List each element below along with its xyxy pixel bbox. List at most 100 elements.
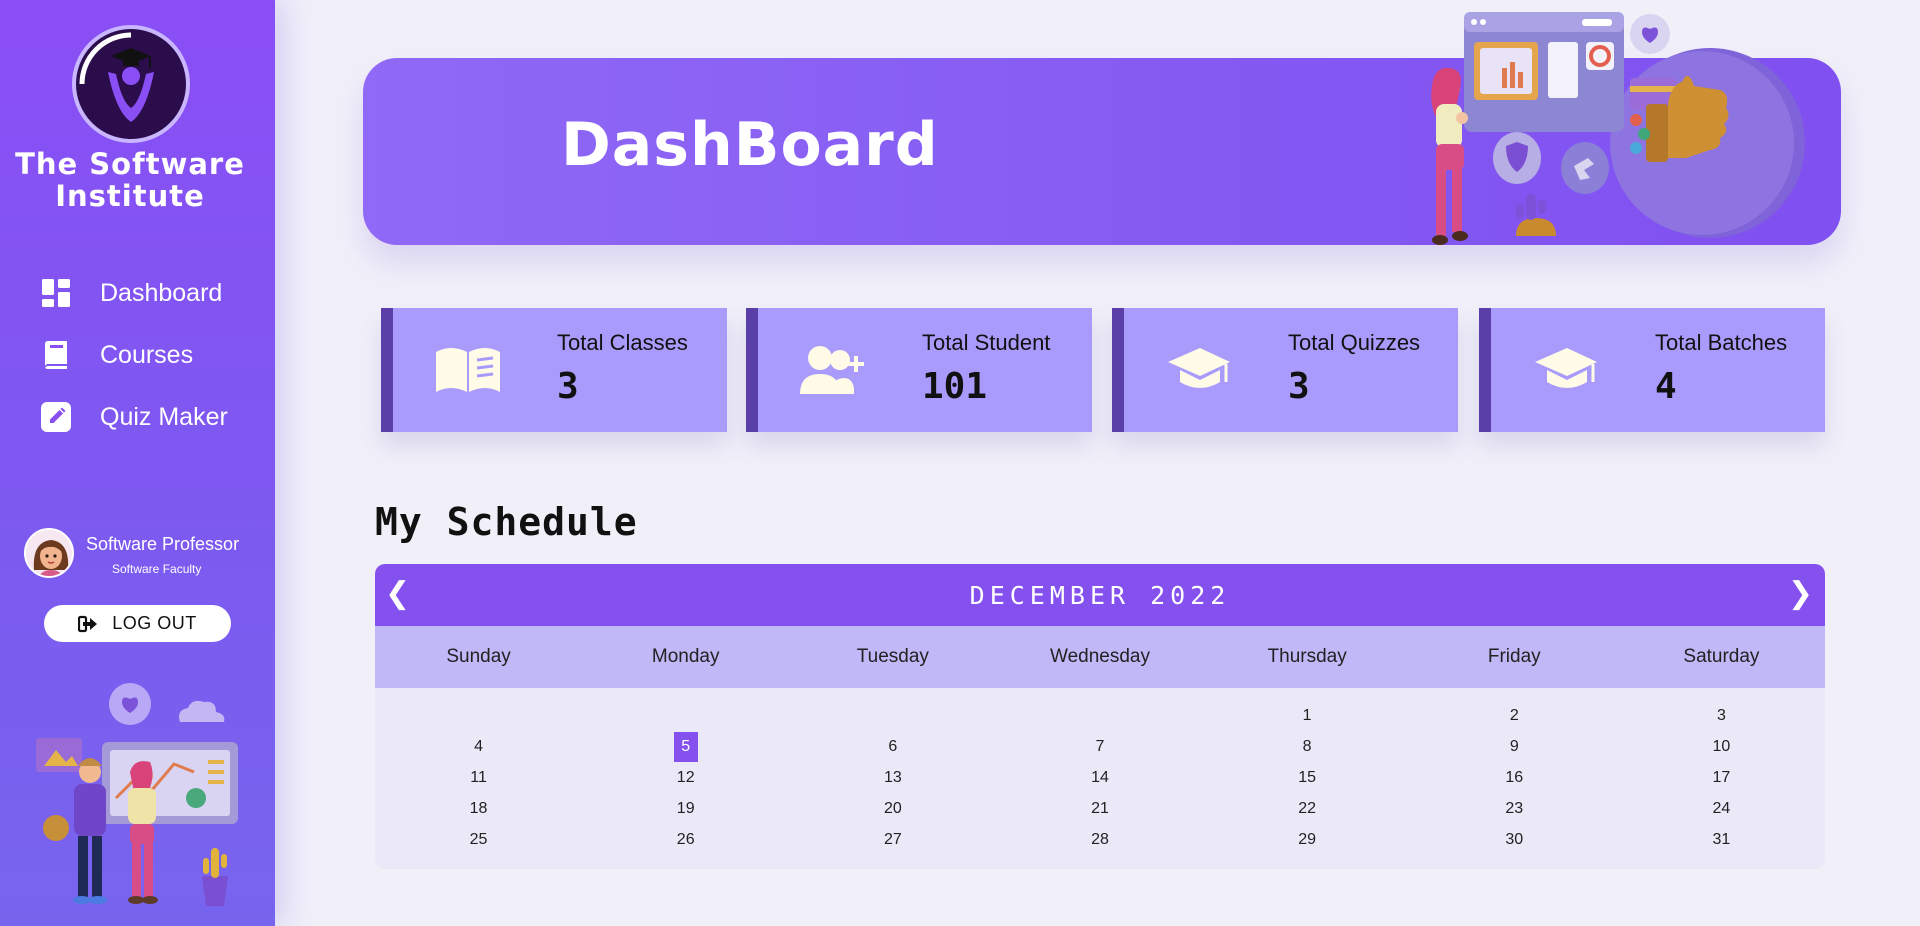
calendar-day[interactable]: 18 <box>375 793 582 824</box>
sidebar-nav: Dashboard Courses Quiz Maker <box>0 262 275 448</box>
chevron-right-icon[interactable]: ❯ <box>1788 578 1813 610</box>
calendar-day-number: 31 <box>1712 830 1731 848</box>
calendar-day-number: 17 <box>1712 768 1731 786</box>
calendar-day[interactable]: 1 <box>1204 700 1411 731</box>
calendar-day[interactable]: 28 <box>996 824 1203 855</box>
calendar-day[interactable]: 25 <box>375 824 582 855</box>
graduation-cap-icon <box>1164 342 1234 398</box>
calendar-day[interactable]: 29 <box>1204 824 1411 855</box>
calendar-day[interactable]: 10 <box>1618 731 1825 762</box>
weekday-label: Saturday <box>1683 646 1760 667</box>
calendar-day[interactable]: 2 <box>1411 700 1618 731</box>
stat-label: Total Quizzes <box>1288 330 1421 355</box>
calendar-day-number: 20 <box>883 799 902 817</box>
calendar-day-number: 14 <box>1091 768 1109 786</box>
stat-card-total-classes[interactable]: Total Classes 3 <box>381 308 727 432</box>
brand-line-2: Institute <box>55 179 205 213</box>
sidebar-item-label: Dashboard <box>100 278 223 307</box>
calendar-day[interactable]: 16 <box>1411 762 1618 793</box>
calendar-day[interactable]: 8 <box>1204 731 1411 762</box>
calendar-day[interactable]: 20 <box>789 793 996 824</box>
calendar-day[interactable]: 19 <box>582 793 789 824</box>
calendar-day[interactable]: 4 <box>375 731 582 762</box>
calendar-day-number: 24 <box>1712 799 1731 817</box>
stat-value: 101 <box>922 366 988 407</box>
calendar-day-number: 26 <box>676 830 695 848</box>
sidebar-item-dashboard[interactable]: Dashboard <box>0 262 275 324</box>
calendar-day-empty <box>375 700 582 731</box>
calendar-day[interactable]: 17 <box>1618 762 1825 793</box>
calendar-day-number: 2 <box>1509 706 1519 724</box>
calendar-day[interactable]: 3 <box>1618 700 1825 731</box>
sidebar-item-label: Quiz Maker <box>100 402 228 431</box>
sidebar-item-quiz-maker[interactable]: Quiz Maker <box>0 386 275 448</box>
calendar-day[interactable]: 23 <box>1411 793 1618 824</box>
calendar-day[interactable]: 12 <box>582 762 789 793</box>
banner-illustration <box>1410 8 1820 258</box>
calendar-day[interactable]: 15 <box>1204 762 1411 793</box>
calendar-day-number: 4 <box>474 737 484 755</box>
weekday-label: Monday <box>651 646 720 667</box>
calendar-day-number: 19 <box>676 799 695 817</box>
weekday-label: Friday <box>1487 646 1541 667</box>
user-profile[interactable]: Software Professor Software Faculty <box>24 526 264 578</box>
logout-label: LOG OUT <box>112 613 197 633</box>
calendar-month-label: DECEMBER 2022 <box>969 580 1231 610</box>
calendar-day[interactable]: 30 <box>1411 824 1618 855</box>
open-book-icon <box>433 342 503 398</box>
schedule-title: My Schedule <box>375 500 638 544</box>
calendar-day[interactable]: 27 <box>789 824 996 855</box>
stat-card-total-batches[interactable]: Total Batches 4 <box>1479 308 1825 432</box>
calendar-day-number: 27 <box>883 830 902 848</box>
calendar-day-number: 3 <box>1716 706 1726 724</box>
calendar-day-number <box>467 701 491 731</box>
stat-card-total-student[interactable]: Total Student 101 <box>746 308 1092 432</box>
calendar-day-number <box>1088 701 1112 731</box>
stat-card-total-quizzes[interactable]: Total Quizzes 3 <box>1112 308 1458 432</box>
weekday-label: Tuesday <box>856 646 929 667</box>
calendar-day[interactable]: 24 <box>1618 793 1825 824</box>
calendar-day[interactable]: 9 <box>1411 731 1618 762</box>
institute-logo[interactable] <box>68 22 194 144</box>
teachers-illustration <box>30 680 250 910</box>
calendar-day-number: 11 <box>470 768 487 786</box>
calendar-day[interactable]: 6 <box>789 731 996 762</box>
calendar-day[interactable]: 14 <box>996 762 1203 793</box>
calendar-day-number: 21 <box>1091 799 1109 817</box>
calendar-day-number: 25 <box>469 830 488 848</box>
calendar-day-number: 1 <box>1302 706 1312 724</box>
calendar: ❮ DECEMBER 2022 ❯ Sunday Monday Tuesday … <box>375 564 1825 869</box>
calendar-day[interactable]: 22 <box>1204 793 1411 824</box>
calendar-day-number <box>674 701 698 731</box>
calendar-day-number: 16 <box>1505 768 1524 786</box>
sidebar-item-courses[interactable]: Courses <box>0 324 275 386</box>
calendar-days-grid: 1 2 3 4 5 6 7 8 9 10 11 12 13 14 15 16 17 18 19 20 21 22 23 24 2… <box>375 688 1825 855</box>
calendar-day-number: 30 <box>1505 830 1524 848</box>
chevron-left-icon[interactable]: ❮ <box>385 578 410 610</box>
calendar-day[interactable]: 13 <box>789 762 996 793</box>
calendar-day-number: 22 <box>1298 799 1317 817</box>
calendar-day-today[interactable]: 5 <box>582 731 789 762</box>
calendar-day-number: 9 <box>1509 737 1519 755</box>
calendar-day[interactable]: 7 <box>996 731 1203 762</box>
logout-icon <box>78 615 98 633</box>
calendar-day[interactable]: 31 <box>1618 824 1825 855</box>
book-icon <box>40 339 72 371</box>
calendar-day-number: 12 <box>676 768 695 786</box>
stat-value: 3 <box>557 366 579 407</box>
stat-label: Total Batches <box>1655 330 1788 355</box>
calendar-day[interactable]: 11 <box>375 762 582 793</box>
calendar-day-number: 15 <box>1298 768 1317 786</box>
profile-name: Software Professor <box>86 534 240 554</box>
sidebar: The Software Institute Dashboard Courses… <box>0 0 275 926</box>
weekday-label: Thursday <box>1267 646 1347 667</box>
calendar-day-empty <box>582 700 789 731</box>
brand-line-1: The Software <box>15 147 245 181</box>
calendar-day-number: 13 <box>883 768 902 786</box>
calendar-day[interactable]: 26 <box>582 824 789 855</box>
graduation-cap-icon <box>1531 342 1601 398</box>
logout-button[interactable]: LOG OUT <box>44 605 231 642</box>
add-users-icon <box>798 342 868 398</box>
calendar-day[interactable]: 21 <box>996 793 1203 824</box>
calendar-day-number: 7 <box>1095 737 1105 755</box>
